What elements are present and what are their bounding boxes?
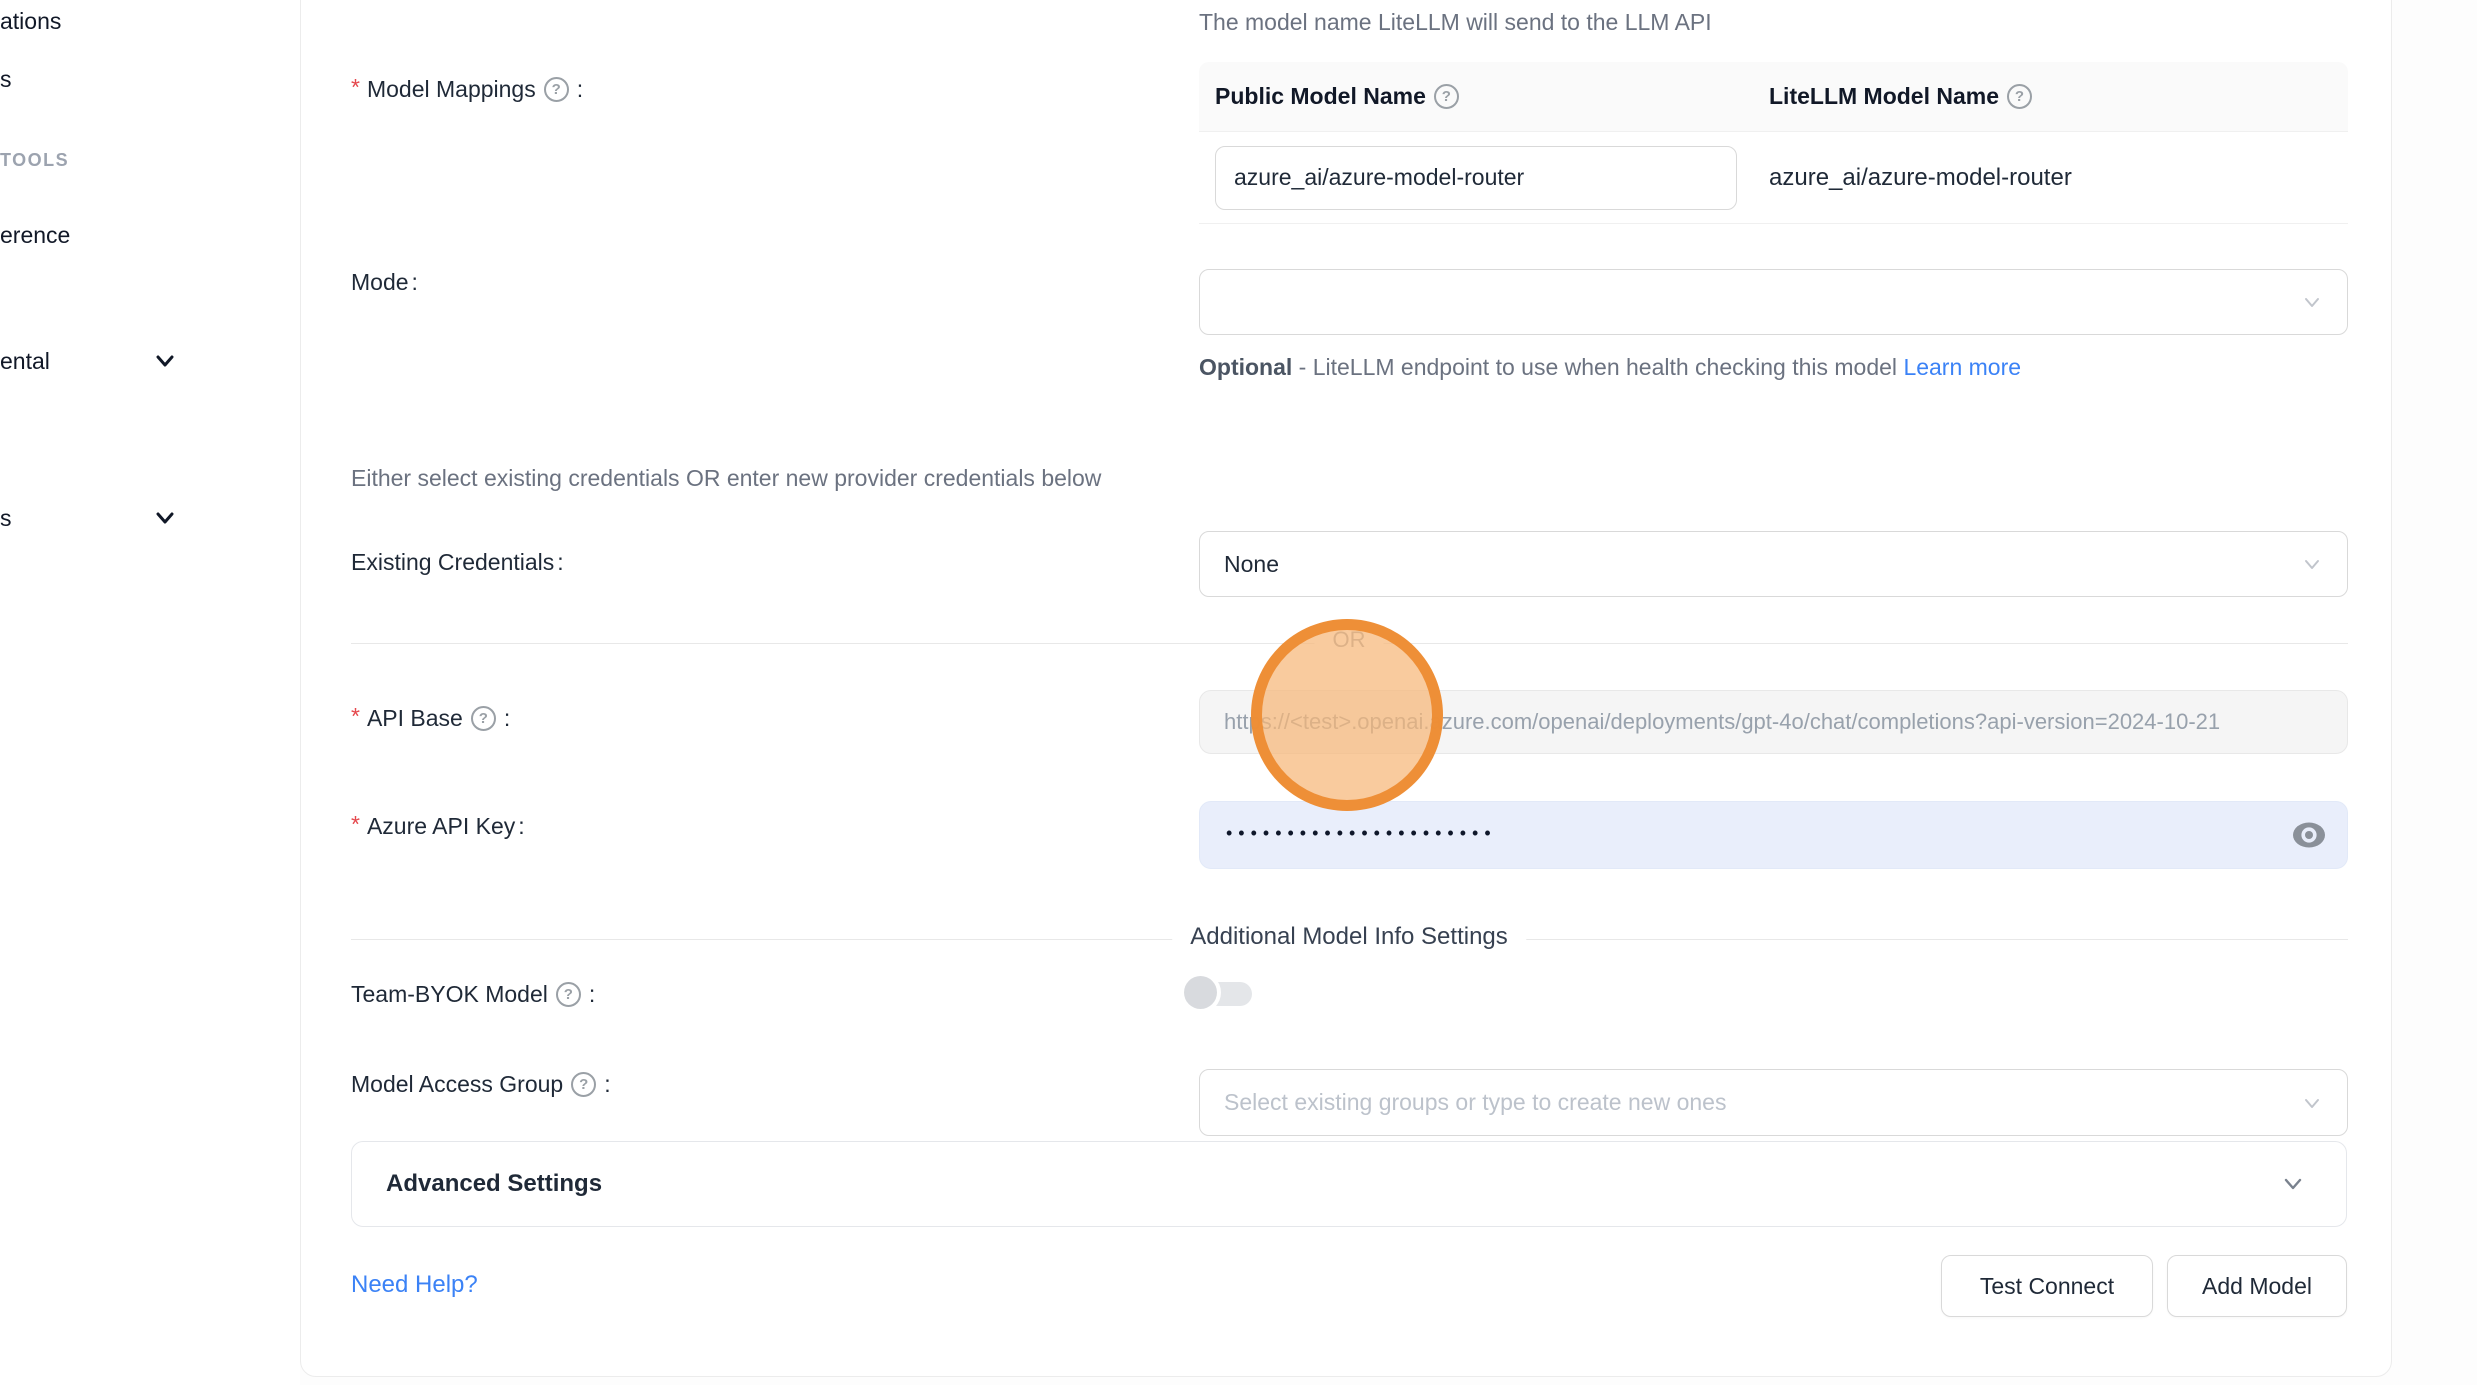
learn-more-link[interactable]: Learn more xyxy=(1903,354,2021,380)
azure-api-key-input[interactable]: •••••••••••••••••••••• xyxy=(1199,801,2348,869)
or-divider-label: OR xyxy=(1315,627,1384,653)
chevron-down-icon xyxy=(2280,1171,2306,1197)
sidebar-item-api-reference[interactable]: erence xyxy=(0,222,70,249)
required-marker: * xyxy=(351,703,360,730)
team-byok-label: Team-BYOK Model ? : xyxy=(351,981,595,1008)
required-marker: * xyxy=(351,811,360,838)
required-marker: * xyxy=(351,74,360,101)
add-model-form-card: The model name LiteLLM will send to the … xyxy=(300,0,2392,1377)
need-help-link[interactable]: Need Help? xyxy=(351,1271,478,1299)
api-base-label: * API Base ? : xyxy=(351,705,510,732)
model-access-group-select[interactable]: Select existing groups or type to create… xyxy=(1199,1069,2348,1136)
help-icon[interactable]: ? xyxy=(1434,84,1459,109)
chevron-down-icon xyxy=(2301,1092,2323,1114)
model-mappings-label: * Model Mappings ? : xyxy=(351,76,583,103)
help-icon[interactable]: ? xyxy=(556,982,581,1007)
table-row: azure_ai/azure-model-router xyxy=(1199,132,2348,224)
public-model-name-input[interactable] xyxy=(1215,146,1737,210)
masked-api-key-value: •••••••••••••••••••••• xyxy=(1226,823,1497,844)
model-name-helper-text: The model name LiteLLM will send to the … xyxy=(1199,9,1712,36)
column-header-public-model-name: Public Model Name xyxy=(1215,83,1426,110)
column-header-litellm-model-name: LiteLLM Model Name xyxy=(1769,83,1999,110)
api-base-value: https://<test>.openai.azure.com/openai/d… xyxy=(1224,709,2220,735)
chevron-down-icon xyxy=(150,346,180,376)
help-icon[interactable]: ? xyxy=(544,77,569,102)
help-icon[interactable]: ? xyxy=(471,706,496,731)
mode-help-text: Optional - LiteLLM endpoint to use when … xyxy=(1199,347,2059,387)
mode-label: Mode: xyxy=(351,269,418,296)
sidebar-item[interactable]: s xyxy=(0,66,12,93)
mode-select[interactable] xyxy=(1199,269,2348,335)
litellm-model-name-value: azure_ai/azure-model-router xyxy=(1769,164,2072,192)
sidebar-item-settings[interactable]: s xyxy=(0,505,12,532)
advanced-settings-toggle[interactable]: Advanced Settings xyxy=(351,1141,2347,1227)
table-header-row: Public Model Name ? LiteLLM Model Name ? xyxy=(1199,62,2348,132)
model-mappings-table: Public Model Name ? LiteLLM Model Name ?… xyxy=(1199,62,2348,224)
model-access-group-label: Model Access Group ? : xyxy=(351,1071,611,1098)
sidebar-item-experimental[interactable]: ental xyxy=(0,348,50,375)
help-icon[interactable]: ? xyxy=(2007,84,2032,109)
chevron-down-icon xyxy=(2301,291,2323,313)
info-section-label: Additional Model Info Settings xyxy=(1172,923,1526,951)
help-icon[interactable]: ? xyxy=(571,1072,596,1097)
chevron-down-icon xyxy=(150,503,180,533)
existing-credentials-select[interactable]: None xyxy=(1199,531,2348,597)
eye-icon[interactable] xyxy=(2291,820,2327,850)
existing-credentials-value: None xyxy=(1224,551,1279,578)
sidebar-item-organizations[interactable]: ations xyxy=(0,8,61,35)
chevron-down-icon xyxy=(2301,553,2323,575)
toggle-knob xyxy=(1184,976,1217,1009)
model-access-group-placeholder: Select existing groups or type to create… xyxy=(1224,1089,1726,1116)
credentials-note: Either select existing credentials OR en… xyxy=(351,465,1101,492)
advanced-settings-label: Advanced Settings xyxy=(386,1170,602,1198)
existing-credentials-label: Existing Credentials: xyxy=(351,549,564,576)
azure-api-key-label: * Azure API Key : xyxy=(351,813,525,840)
api-base-input[interactable]: https://<test>.openai.azure.com/openai/d… xyxy=(1199,690,2348,754)
add-model-button[interactable]: Add Model xyxy=(2167,1255,2347,1317)
team-byok-toggle[interactable] xyxy=(1184,976,1254,1012)
sidebar: ations s TOOLS erence ental s xyxy=(0,0,300,1385)
test-connect-button[interactable]: Test Connect xyxy=(1941,1255,2153,1317)
sidebar-section-tools: TOOLS xyxy=(0,150,69,171)
